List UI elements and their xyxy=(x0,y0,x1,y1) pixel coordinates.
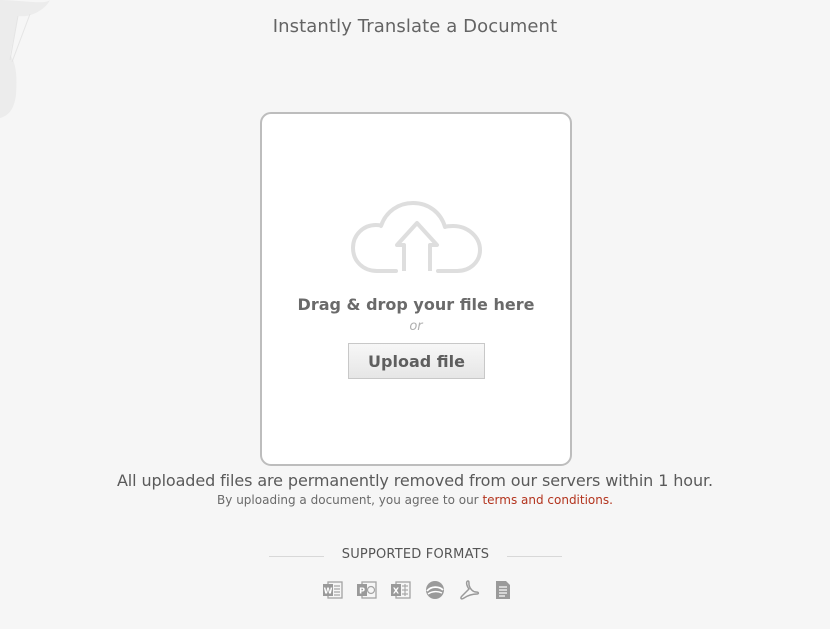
svg-text:P: P xyxy=(359,587,365,596)
page: Instantly Translate a Document Drag & dr… xyxy=(0,0,830,629)
word-icon: W xyxy=(323,581,343,599)
svg-text:X: X xyxy=(393,587,400,596)
cloud-upload-icon xyxy=(351,201,482,273)
supported-formats-header: SUPPORTED FORMATS xyxy=(269,546,562,566)
terms-agreement: By uploading a document, you agree to ou… xyxy=(0,493,830,507)
page-title: Instantly Translate a Document xyxy=(272,16,558,37)
drag-drop-label: Drag & drop your file here xyxy=(297,295,535,314)
excel-icon: X xyxy=(391,581,411,599)
supported-formats-label: SUPPORTED FORMATS xyxy=(341,547,490,562)
removal-notice: All uploaded files are permanently remov… xyxy=(116,471,714,490)
powerpoint-icon: P xyxy=(357,581,377,599)
format-icons-list: W P X xyxy=(322,579,514,601)
divider-left xyxy=(269,556,324,557)
divider-right xyxy=(507,556,562,557)
opendocument-icon xyxy=(426,581,444,599)
or-separator: or xyxy=(409,319,423,334)
file-dropzone[interactable]: Drag & drop your file here or Upload fil… xyxy=(260,112,572,466)
svg-text:W: W xyxy=(324,587,333,596)
text-file-icon xyxy=(496,581,510,599)
upload-file-button[interactable]: Upload file xyxy=(348,343,485,379)
terms-agreement-text: By uploading a document, you agree to ou… xyxy=(217,493,479,507)
terms-link[interactable]: terms and conditions. xyxy=(482,493,613,507)
pdf-icon xyxy=(460,580,480,600)
